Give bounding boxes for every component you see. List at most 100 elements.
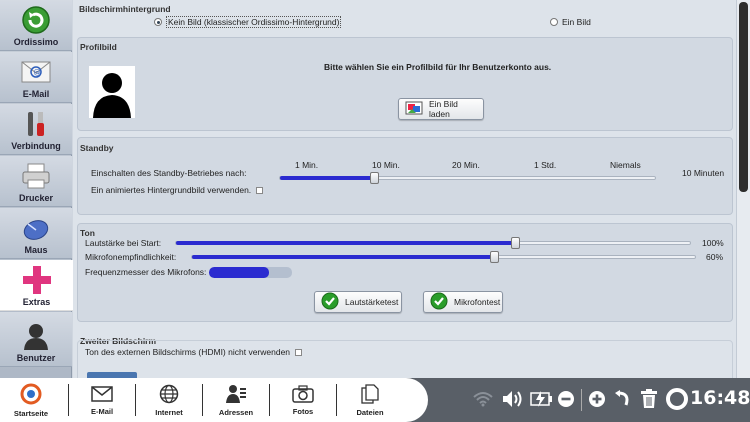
standby-box: Standby Einschalten des Standby-Betriebe… bbox=[77, 137, 733, 215]
mic-sensitivity-slider[interactable] bbox=[191, 251, 696, 263]
tools-icon bbox=[19, 109, 53, 139]
trash-icon[interactable] bbox=[640, 389, 658, 411]
standby-slider-handle[interactable] bbox=[369, 172, 379, 184]
dock-item-email[interactable]: E-Mail bbox=[75, 378, 129, 422]
printer-icon bbox=[19, 161, 53, 191]
profile-picture-icon[interactable] bbox=[89, 66, 135, 120]
standby-tick-label: 20 Min. bbox=[452, 160, 480, 170]
volume-test-label: Lautstärketest bbox=[345, 297, 399, 307]
sidebar-item-label: Ordissimo bbox=[13, 37, 59, 47]
clock: 16:48 bbox=[690, 387, 750, 409]
volume-icon[interactable] bbox=[501, 389, 523, 411]
dock-item-adressen[interactable]: Adressen bbox=[209, 378, 263, 422]
radio-no-image-label[interactable]: Kein Bild (klassischer Ordissimo-Hinterg… bbox=[166, 16, 342, 28]
zoom-out-icon[interactable] bbox=[557, 390, 575, 410]
sidebar-item-label: Verbindung bbox=[11, 141, 61, 151]
mic-test-button[interactable]: Mikrofontest bbox=[423, 291, 503, 313]
sidebar-item-ordissimo[interactable]: Ordissimo bbox=[0, 0, 72, 51]
mic-sensitivity-label: Mikrofonempfindlichkeit: bbox=[85, 252, 177, 262]
mic-sensitivity-value: 60% bbox=[706, 252, 724, 262]
standby-tick-label: 1 Std. bbox=[534, 160, 557, 170]
dock-item-label: Internet bbox=[155, 407, 183, 417]
back-arrow-icon bbox=[19, 5, 53, 35]
contacts-icon bbox=[225, 384, 247, 406]
envelope-icon bbox=[91, 385, 113, 405]
dock-item-label: Dateien bbox=[356, 407, 384, 417]
dock-item-internet[interactable]: Internet bbox=[142, 378, 196, 422]
sidebar-item-extras[interactable]: Extras bbox=[0, 260, 73, 311]
zoom-in-icon[interactable] bbox=[588, 390, 606, 410]
volume-slider[interactable] bbox=[175, 237, 691, 249]
sidebar-item-label: Extras bbox=[22, 297, 51, 307]
tray-separator bbox=[581, 389, 582, 411]
undo-icon[interactable] bbox=[614, 390, 632, 410]
standby-slider[interactable] bbox=[279, 172, 656, 184]
scrollbar-thumb[interactable] bbox=[739, 2, 748, 192]
dock-separator bbox=[135, 384, 136, 416]
svg-text:@: @ bbox=[34, 69, 41, 77]
sidebar-item-label: Drucker bbox=[18, 193, 54, 203]
animated-background-label: Ein animiertes Hintergrundbild verwenden… bbox=[91, 185, 252, 195]
standby-tick-label: 10 Min. bbox=[372, 160, 400, 170]
second-screen-box: Ton des externen Bildschirms (HDMI) nich… bbox=[77, 340, 733, 378]
standby-tick-label: Niemals bbox=[610, 160, 641, 170]
standby-slider-fill bbox=[280, 176, 374, 180]
dock-separator bbox=[202, 384, 203, 416]
radio-image[interactable] bbox=[550, 18, 558, 26]
dock-item-label: Adressen bbox=[218, 407, 254, 417]
radio-no-image[interactable] bbox=[154, 18, 162, 26]
standby-value: 10 Minuten bbox=[682, 168, 725, 178]
load-image-button[interactable]: Ein Bild laden bbox=[398, 98, 484, 120]
user-icon bbox=[19, 321, 53, 351]
plus-icon bbox=[20, 265, 54, 295]
sidebar-item-email[interactable]: @ E-Mail bbox=[0, 52, 72, 103]
background-section-title: Bildschirmhintergrund bbox=[79, 4, 171, 14]
battery-charging-icon[interactable] bbox=[529, 390, 553, 410]
email-icon: @ bbox=[19, 57, 53, 87]
check-icon bbox=[430, 292, 448, 312]
volume-label: Lautstärke bei Start: bbox=[85, 238, 162, 248]
mic-test-label: Mikrofontest bbox=[454, 297, 501, 307]
radio-image-label[interactable]: Ein Bild bbox=[562, 17, 591, 27]
mic-sensitivity-fill bbox=[192, 255, 494, 259]
sidebar-item-benutzer[interactable]: Benutzer bbox=[0, 312, 72, 367]
scrollbar[interactable] bbox=[736, 0, 750, 378]
animated-background-checkbox[interactable] bbox=[256, 187, 263, 194]
dock-item-label: E-Mail bbox=[90, 406, 114, 416]
sidebar-item-verbindung[interactable]: Verbindung bbox=[0, 104, 72, 155]
dock-item-label: Fotos bbox=[292, 406, 314, 416]
sound-box: Ton Lautstärke bei Start: 100% Mikrofone… bbox=[77, 223, 733, 322]
sidebar-item-label: Maus bbox=[24, 245, 48, 255]
sidebar-item-label: Benutzer bbox=[16, 353, 56, 363]
volume-test-button[interactable]: Lautstärketest bbox=[314, 291, 402, 313]
dock-item-label: Startseite bbox=[13, 408, 49, 418]
sound-section-title: Ton bbox=[80, 228, 95, 238]
files-icon bbox=[360, 383, 380, 406]
standby-section-title: Standby bbox=[80, 143, 114, 153]
volume-slider-fill bbox=[176, 241, 516, 245]
standby-activate-label: Einschalten des Standby-Betriebes nach: bbox=[91, 168, 247, 178]
dock-separator bbox=[336, 384, 337, 416]
hdmi-audio-checkbox[interactable] bbox=[295, 349, 302, 356]
volume-value: 100% bbox=[702, 238, 724, 248]
mic-meter bbox=[209, 267, 292, 278]
sidebar-item-label: E-Mail bbox=[22, 89, 50, 99]
mouse-icon bbox=[19, 213, 53, 243]
sidebar-item-maus[interactable]: Maus bbox=[0, 208, 72, 259]
wifi-icon[interactable] bbox=[473, 391, 493, 409]
mic-sensitivity-handle[interactable] bbox=[489, 251, 499, 263]
system-tray bbox=[473, 378, 688, 422]
dock-item-dateien[interactable]: Dateien bbox=[343, 378, 397, 422]
settings-panel: Bildschirmhintergrund Kein Bild (klassis… bbox=[73, 0, 736, 378]
dock-item-fotos[interactable]: Fotos bbox=[276, 378, 330, 422]
sidebar-item-drucker[interactable]: Drucker bbox=[0, 156, 72, 207]
dock-item-startseite[interactable]: Startseite bbox=[0, 378, 62, 422]
camera-icon bbox=[292, 384, 314, 405]
home-logo-icon bbox=[20, 383, 42, 407]
help-lifebuoy-icon[interactable] bbox=[666, 388, 688, 412]
dock-separator bbox=[68, 384, 69, 416]
globe-icon bbox=[159, 384, 179, 406]
taskbar: Startseite E-Mail Internet Adressen Foto… bbox=[0, 378, 750, 422]
volume-slider-handle[interactable] bbox=[511, 237, 521, 249]
dock: Startseite E-Mail Internet Adressen Foto… bbox=[0, 378, 428, 422]
